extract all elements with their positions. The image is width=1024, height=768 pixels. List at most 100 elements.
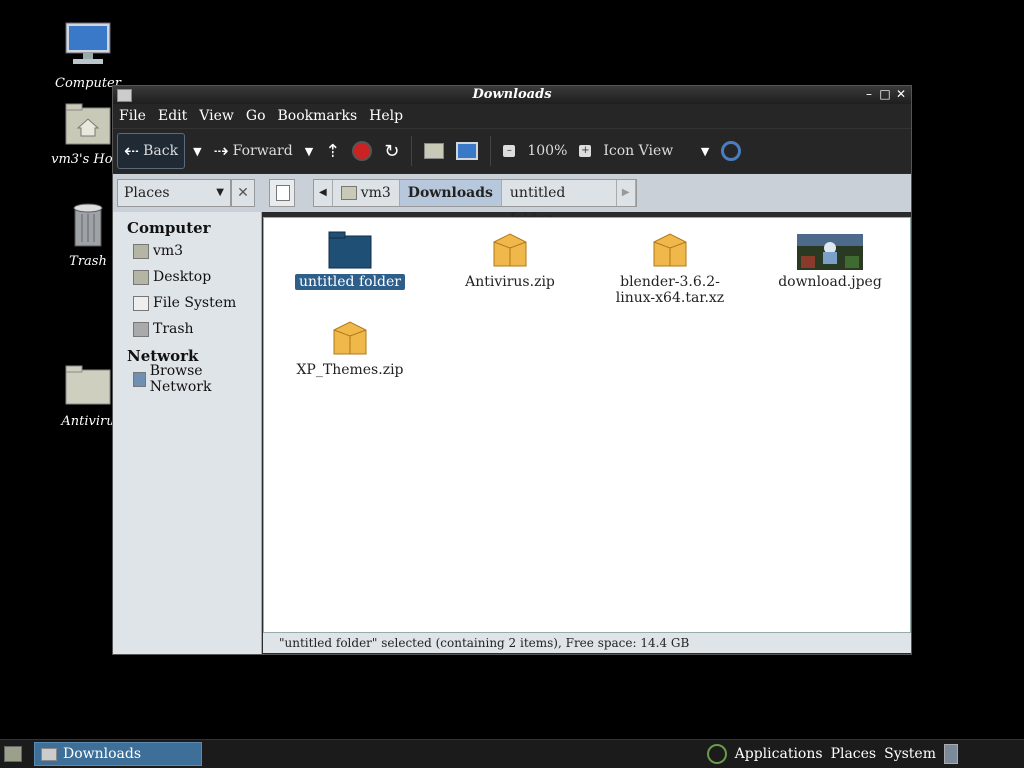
search-button[interactable]: [717, 134, 745, 168]
stop-icon: [352, 141, 373, 161]
home-icon: [424, 143, 445, 159]
show-desktop-icon[interactable]: [4, 746, 22, 762]
image-thumbnail-icon: [797, 234, 863, 270]
zoom-out-button[interactable]: –: [499, 134, 519, 168]
chevron-down-icon: ▼: [304, 144, 314, 158]
breadcrumb-downloads[interactable]: Downloads: [399, 180, 502, 206]
file-name: download.jpeg: [778, 274, 882, 290]
forward-history-dropdown[interactable]: ▼: [301, 134, 317, 168]
taskbar-item-label: Downloads: [63, 746, 142, 762]
menu-bar: File Edit View Go Bookmarks Help: [113, 104, 911, 128]
computer-icon: [65, 22, 111, 64]
desktop-icon-computer[interactable]: Computer: [38, 20, 138, 91]
title-bar[interactable]: Downloads – □ ✕: [113, 86, 911, 104]
breadcrumb: ◀ vm3 Downloads untitled folder ▶: [313, 179, 637, 227]
window-title: Downloads: [472, 87, 552, 102]
zoom-level[interactable]: 100%: [523, 134, 571, 168]
stop-button[interactable]: [348, 134, 376, 168]
file-item[interactable]: blender-3.6.2-linux-x64.tar.xz: [600, 230, 740, 306]
chevron-down-icon: ▼: [193, 144, 202, 158]
back-button[interactable]: ⇠ Back: [117, 133, 186, 169]
menu-go[interactable]: Go: [246, 108, 266, 124]
menu-help[interactable]: Help: [369, 108, 403, 124]
back-history-dropdown[interactable]: ▼: [189, 134, 205, 168]
folder-icon: [328, 231, 372, 269]
file-view[interactable]: untitled folder Antivirus.zip blender-3.…: [263, 217, 911, 633]
view-mode-label: Icon View: [603, 143, 674, 159]
sidebar-item-trash[interactable]: Trash: [113, 318, 261, 340]
menu-places[interactable]: Places: [831, 742, 877, 766]
reload-button[interactable]: ↻: [380, 134, 403, 168]
menu-edit[interactable]: Edit: [158, 108, 187, 124]
forward-button[interactable]: ⇢ Forward: [210, 134, 297, 168]
file-item[interactable]: XP_Themes.zip: [280, 318, 420, 378]
file-item[interactable]: download.jpeg: [760, 234, 900, 290]
sidebar-header-computer: Computer: [127, 219, 211, 237]
sidebar-item-vm3[interactable]: vm3: [113, 240, 261, 262]
breadcrumb-label: vm3: [360, 185, 391, 201]
minimize-icon[interactable]: –: [863, 86, 875, 102]
up-button[interactable]: ⇡: [321, 134, 344, 168]
toolbar: ⇠ Back ▼ ⇢ Forward ▼ ⇡ ↻ – 100% + Icon V…: [113, 128, 911, 173]
breadcrumb-untitled-folder[interactable]: untitled folder: [502, 180, 617, 227]
menu-bookmarks[interactable]: Bookmarks: [278, 108, 358, 124]
panel-menus: Applications Places System: [706, 742, 958, 766]
sidebar-item-file-system[interactable]: File System: [113, 292, 261, 314]
home-icon: [340, 186, 357, 200]
desktop-icon: [133, 269, 149, 285]
sidebar-item-browse-network[interactable]: Browse Network: [113, 363, 261, 395]
breadcrumb-left-button[interactable]: ◀: [314, 180, 333, 206]
computer-button[interactable]: [452, 134, 482, 168]
zoom-in-button[interactable]: +: [575, 134, 595, 168]
workspace-switcher[interactable]: [944, 744, 958, 764]
archive-icon: [333, 321, 367, 355]
menu-view[interactable]: View: [199, 108, 234, 124]
sidebar-item-desktop[interactable]: Desktop: [113, 266, 261, 288]
drive-icon: [133, 295, 149, 311]
reload-icon: ↻: [384, 140, 400, 162]
file-manager-window: Downloads – □ ✕ File Edit View Go Bookma…: [112, 85, 912, 655]
maximize-icon[interactable]: □: [879, 86, 891, 102]
back-arrow-icon: ⇠: [124, 140, 140, 162]
breadcrumb-right-button[interactable]: ▶: [617, 180, 636, 206]
forward-arrow-icon: ⇢: [213, 140, 229, 162]
location-bar: Places ▼ ✕ ◀ vm3 Downloads untitled fold…: [113, 174, 911, 227]
edit-icon: [276, 185, 290, 201]
network-icon: [133, 371, 146, 387]
taskbar-item-downloads[interactable]: Downloads: [34, 742, 202, 766]
file-name: Antivirus.zip: [465, 274, 555, 290]
sidebar-item-label: Browse Network: [149, 363, 212, 395]
taskbar: Downloads Applications Places System: [0, 739, 1024, 768]
archive-icon: [653, 233, 687, 267]
sidebar-item-label: File System: [153, 295, 237, 311]
folder-icon: [41, 748, 57, 761]
home-button[interactable]: [420, 134, 448, 168]
distro-logo-icon: [706, 744, 727, 764]
close-icon[interactable]: ✕: [895, 86, 907, 102]
menu-applications[interactable]: Applications: [735, 742, 823, 766]
home-folder-icon: [65, 103, 111, 145]
archive-icon: [493, 233, 527, 267]
menu-system[interactable]: System: [884, 742, 936, 766]
chevron-down-icon: ▼: [216, 187, 224, 198]
up-arrow-icon: ⇡: [325, 140, 341, 162]
sidebar-item-label: Trash: [153, 321, 194, 337]
status-bar: "untitled folder" selected (containing 2…: [263, 633, 911, 653]
zoom-out-icon: –: [503, 145, 516, 157]
view-mode-select[interactable]: Icon View ▼: [599, 134, 713, 168]
file-item[interactable]: untitled folder: [280, 230, 420, 290]
forward-label: Forward: [232, 143, 293, 159]
computer-icon: [456, 142, 479, 160]
sidebar-item-label: Desktop: [153, 269, 212, 285]
close-icon: ✕: [237, 185, 249, 201]
file-item[interactable]: Antivirus.zip: [440, 230, 580, 290]
breadcrumb-vm3[interactable]: vm3: [333, 180, 400, 206]
toggle-location-entry-button[interactable]: [269, 179, 295, 207]
file-name: blender-3.6.2-linux-x64.tar.xz: [615, 274, 725, 306]
close-sidebar-button[interactable]: ✕: [231, 179, 255, 207]
file-name: XP_Themes.zip: [296, 362, 404, 378]
sidebar-item-label: vm3: [153, 243, 184, 259]
menu-file[interactable]: File: [119, 108, 146, 124]
sidebar-places-select[interactable]: Places ▼: [117, 179, 231, 207]
file-name: untitled folder: [295, 274, 405, 290]
